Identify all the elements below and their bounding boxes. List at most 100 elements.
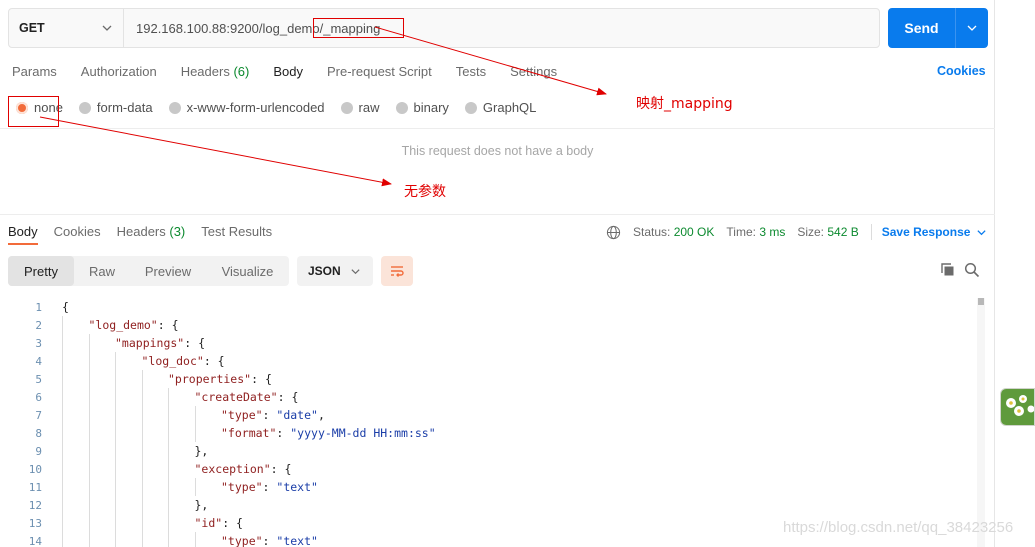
save-response-button[interactable]: Save Response bbox=[882, 225, 988, 239]
send-options-button[interactable] bbox=[956, 22, 988, 34]
tab-label: Headers bbox=[116, 224, 166, 239]
tab-label: Settings bbox=[510, 64, 558, 79]
url-input[interactable]: 192.168.100.88:9200/log_demo/_mapping bbox=[124, 9, 879, 47]
line-number: 5 bbox=[35, 372, 42, 386]
time-info: Time: 3 ms bbox=[726, 225, 785, 239]
mapping-annotation: 映射_mapping bbox=[636, 96, 733, 112]
code-line: 4 "log_doc": { bbox=[0, 352, 224, 370]
tab-label: Test Results bbox=[201, 224, 273, 239]
line-number: 8 bbox=[35, 426, 42, 440]
code-line: 10 "exception": { bbox=[0, 460, 292, 478]
size-info: Size: 542 B bbox=[797, 225, 858, 239]
chevron-down-icon bbox=[102, 25, 112, 31]
send-label: Send bbox=[904, 20, 939, 36]
wrap-lines-icon bbox=[391, 266, 404, 277]
cookies-link[interactable]: Cookies bbox=[937, 64, 986, 78]
status-info: Status: 200 OK bbox=[633, 225, 714, 239]
radio-label: raw bbox=[358, 100, 380, 115]
editor-scrollbar[interactable] bbox=[977, 298, 985, 547]
tab-response-cookies[interactable]: Cookies bbox=[54, 224, 101, 245]
floating-widget[interactable] bbox=[1000, 388, 1035, 426]
method-label: GET bbox=[19, 21, 45, 35]
url-bar: GET 192.168.100.88:9200/log_demo/_mappin… bbox=[8, 8, 880, 48]
code-text: "type": "text" bbox=[221, 480, 318, 494]
line-number: 11 bbox=[28, 480, 42, 494]
chevron-down-icon bbox=[351, 269, 360, 275]
copy-icon[interactable] bbox=[940, 262, 956, 278]
tab-response-headers[interactable]: Headers (3) bbox=[117, 224, 186, 245]
divider bbox=[870, 224, 872, 240]
scrollbar-thumb[interactable] bbox=[978, 298, 984, 305]
radio-form-data[interactable]: form-data bbox=[78, 100, 153, 115]
code-text: "exception": { bbox=[194, 462, 292, 476]
code-text: }, bbox=[194, 498, 209, 512]
headers-count: (6) bbox=[233, 64, 250, 79]
send-button[interactable]: Send bbox=[888, 8, 988, 48]
none-highlight-box bbox=[8, 96, 59, 127]
code-line: 9}, bbox=[0, 442, 208, 460]
response-tabs: Body Cookies Headers (3) Test Results bbox=[8, 224, 288, 245]
search-icon[interactable] bbox=[964, 262, 980, 278]
tab-test-results[interactable]: Test Results bbox=[201, 224, 272, 245]
tab-settings[interactable]: Settings bbox=[510, 64, 557, 79]
format-label: JSON bbox=[308, 264, 341, 278]
code-line: 8 "format": "yyyy-MM-dd HH:mm:ss" bbox=[0, 424, 435, 442]
globe-icon[interactable] bbox=[606, 225, 621, 240]
code-line: 7 "type": "date", bbox=[0, 406, 325, 424]
code-text: }, bbox=[194, 444, 209, 458]
radio-label: x-www-form-urlencoded bbox=[186, 100, 325, 115]
line-number: 7 bbox=[35, 408, 42, 422]
radio-dot bbox=[340, 101, 353, 114]
format-select[interactable]: JSON bbox=[297, 256, 373, 286]
radio-dot bbox=[168, 101, 181, 114]
code-text: "id": { bbox=[194, 516, 243, 530]
radio-dot bbox=[78, 101, 91, 114]
code-text: { bbox=[62, 300, 69, 314]
view-raw[interactable]: Raw bbox=[74, 256, 130, 286]
tab-pre-request-script[interactable]: Pre-request Script bbox=[327, 64, 432, 79]
body-type-radios: none form-data x-www-form-urlencoded raw… bbox=[16, 100, 552, 115]
headers-count: (3) bbox=[169, 224, 186, 239]
tab-label: Params bbox=[12, 64, 57, 79]
request-tabs: Params Authorization Headers (6) Body Pr… bbox=[12, 64, 581, 79]
radio-raw[interactable]: raw bbox=[340, 100, 380, 115]
response-body-editor[interactable]: 1{2 "log_demo": {3 "mappings": {4 "log_doc"… bbox=[0, 298, 990, 547]
code-line: 6 "createDate": { bbox=[0, 388, 298, 406]
line-number: 3 bbox=[35, 336, 42, 350]
code-line: 1{ bbox=[0, 298, 69, 316]
size-label: Size: bbox=[797, 225, 825, 239]
tab-label: Headers bbox=[180, 64, 230, 79]
radio-graphql[interactable]: GraphQL bbox=[464, 100, 537, 115]
flower-icon bbox=[1001, 389, 1034, 425]
code-line: 11 "type": "text" bbox=[0, 478, 318, 496]
code-line: 14 "type": "text" bbox=[0, 532, 318, 547]
line-number: 13 bbox=[28, 516, 42, 530]
tab-authorization[interactable]: Authorization bbox=[81, 64, 157, 79]
radio-x-www-form-urlencoded[interactable]: x-www-form-urlencoded bbox=[168, 100, 325, 115]
code-text: "properties": { bbox=[168, 372, 272, 386]
radio-label: binary bbox=[413, 100, 449, 115]
indent-guide bbox=[194, 478, 196, 496]
tab-response-body[interactable]: Body bbox=[8, 224, 38, 245]
wrap-lines-button[interactable] bbox=[381, 256, 413, 286]
view-preview[interactable]: Preview bbox=[130, 256, 206, 286]
tab-label: Body bbox=[273, 64, 303, 79]
time-label: Time: bbox=[726, 225, 756, 239]
tab-params[interactable]: Params bbox=[12, 64, 57, 79]
chevron-down-icon bbox=[977, 229, 987, 235]
code-line: 3 "mappings": { bbox=[0, 334, 205, 352]
request-panel: GET 192.168.100.88:9200/log_demo/_mappin… bbox=[0, 0, 995, 547]
code-text: "mappings": { bbox=[115, 336, 206, 350]
line-number: 6 bbox=[35, 390, 42, 404]
status-label: Status: bbox=[633, 225, 671, 239]
line-number: 12 bbox=[28, 498, 42, 512]
radio-binary[interactable]: binary bbox=[395, 100, 449, 115]
method-select[interactable]: GET bbox=[9, 9, 124, 47]
view-visualize[interactable]: Visualize bbox=[206, 256, 289, 286]
tab-body[interactable]: Body bbox=[273, 64, 303, 79]
tab-tests[interactable]: Tests bbox=[456, 64, 486, 79]
tab-headers[interactable]: Headers (6) bbox=[181, 64, 250, 79]
radio-label: GraphQL bbox=[482, 100, 537, 115]
view-pretty[interactable]: Pretty bbox=[8, 256, 74, 286]
divider bbox=[0, 128, 995, 129]
